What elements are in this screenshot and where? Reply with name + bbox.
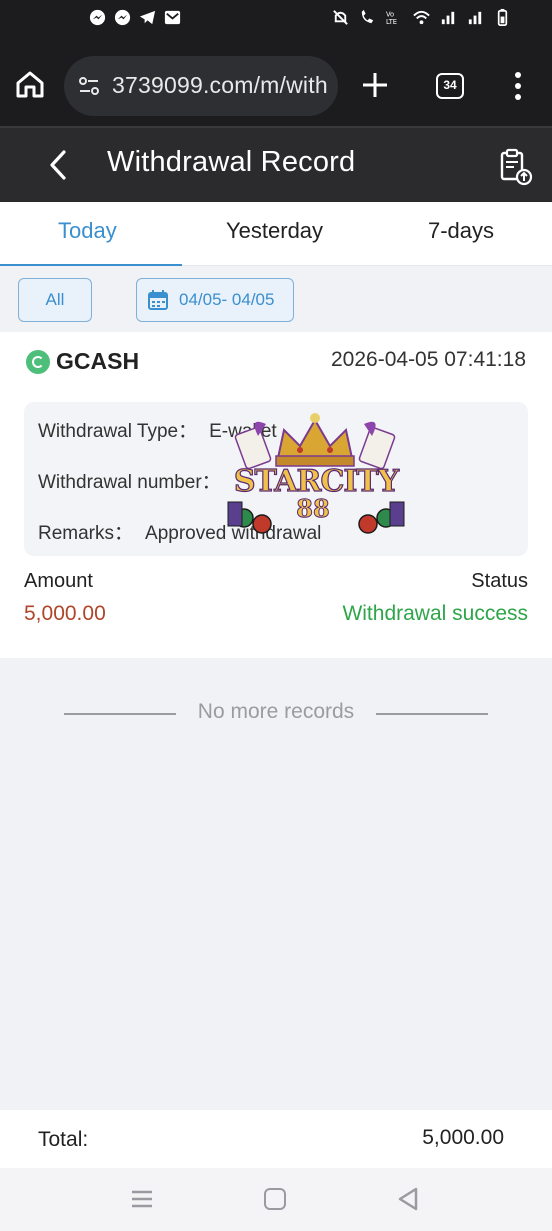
gmail-icon (164, 10, 181, 25)
tab-yesterday[interactable]: Yesterday (226, 218, 323, 244)
nav-home-icon[interactable] (264, 1188, 286, 1210)
divider-line (376, 713, 488, 715)
signal-icon (468, 11, 482, 25)
total-bar: Total: 5,000.00 (0, 1110, 552, 1168)
tab-7-days[interactable]: 7-days (428, 218, 494, 244)
nav-back-icon[interactable] (396, 1186, 420, 1212)
date-range-picker[interactable]: 04/05- 04/05 (136, 278, 294, 322)
filter-row: All 04/05- 04/05 (0, 266, 552, 332)
system-icons: Vo LTE (331, 8, 512, 27)
volte-icon: VoLTE (386, 11, 397, 27)
total-value: 5,000.00 (422, 1126, 504, 1149)
messenger-icon (114, 9, 131, 26)
gcash-icon (26, 350, 50, 374)
system-navigation-bar (0, 1168, 552, 1231)
remarks-label: Remarks： (38, 523, 134, 544)
svg-text:LTE: LTE (386, 18, 397, 26)
recent-apps-icon[interactable] (130, 1188, 154, 1210)
status-value: Withdrawal success (342, 602, 528, 625)
home-icon[interactable] (14, 68, 46, 100)
messenger-icon (89, 9, 106, 26)
calendar-icon (148, 290, 168, 310)
notification-icons (88, 8, 182, 27)
record-datetime: 2026-04-05 07:41:18 (331, 348, 526, 371)
telegram-icon (139, 10, 156, 25)
date-tabs: Today Yesterday 7-days (0, 202, 552, 267)
amount-label: Amount (24, 570, 93, 592)
status-bar: Vo LTE (0, 0, 552, 44)
tab-today[interactable]: Today (58, 218, 117, 244)
page-title: Withdrawal Record (107, 146, 356, 178)
filter-all-button[interactable]: All (18, 278, 92, 322)
withdrawal-number-label: Withdrawal number： (38, 472, 221, 493)
mute-icon (333, 10, 348, 25)
withdrawal-number-row: Withdrawal number： (38, 467, 233, 494)
no-more-records: No more records (0, 698, 552, 728)
payment-method: GCASH (56, 348, 140, 374)
tabs-icon[interactable]: 34 (436, 73, 464, 99)
wifi-icon (413, 10, 430, 25)
app-header: Withdrawal Record (0, 126, 552, 202)
url-text[interactable]: 3739099.com/m/with (112, 72, 332, 99)
amount-value: 5,000.00 (24, 602, 106, 625)
watermark-number: 88 (296, 494, 330, 524)
more-vert-icon[interactable] (508, 70, 528, 102)
back-arrow-icon[interactable] (44, 148, 72, 182)
tune-icon[interactable] (78, 76, 100, 96)
starcity-watermark-logo: STARCITY 88 (218, 406, 412, 538)
signal-icon (441, 11, 455, 25)
wifi-call-icon (361, 9, 374, 24)
withdrawal-type-label: Withdrawal Type： (38, 421, 198, 442)
no-more-records-text: No more records (197, 700, 355, 723)
status-label: Status (471, 570, 528, 592)
date-range-text: 04/05- 04/05 (179, 290, 275, 309)
total-label: Total: (38, 1128, 89, 1151)
browser-toolbar: 3739099.com/m/with 34 (0, 44, 552, 126)
address-bar[interactable]: 3739099.com/m/with (64, 56, 338, 116)
battery-icon (497, 8, 508, 26)
plus-icon[interactable] (360, 70, 390, 100)
record-upload-icon[interactable] (496, 147, 536, 187)
